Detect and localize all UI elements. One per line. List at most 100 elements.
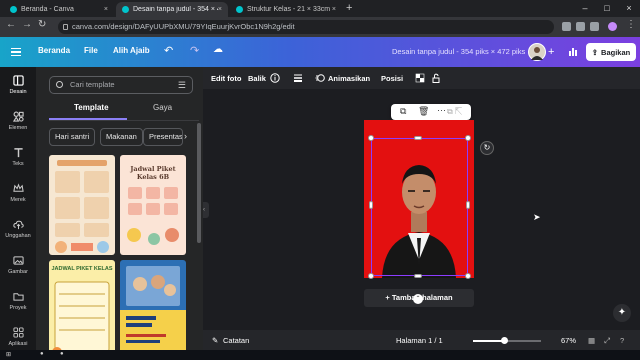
template-thumbnail-jadwal-piket-kelas[interactable]: JADWAL PIKET KELAS — [49, 260, 115, 360]
canva-favicon-icon — [236, 6, 243, 13]
redo-icon[interactable]: ↷ — [190, 44, 199, 57]
filter-icon[interactable]: ☰ — [178, 80, 186, 90]
scroll-up-icon[interactable]: ⌃ — [413, 294, 423, 304]
animate-icon — [315, 74, 325, 82]
back-arrow-icon[interactable]: ← — [6, 19, 16, 30]
taskbar-app-icon[interactable]: ● — [60, 351, 64, 357]
chevron-right-icon[interactable]: › — [184, 131, 187, 141]
rotate-icon[interactable]: ↻ — [480, 141, 494, 155]
close-tab-icon[interactable]: × — [332, 6, 336, 13]
avatar[interactable] — [528, 43, 546, 61]
template-thumbnail-jadwal-piket[interactable]: Jadwal Piket Kelas 6B — [120, 155, 186, 255]
menu-beranda[interactable]: Beranda — [38, 46, 70, 55]
notes-icon[interactable]: ✎ — [212, 336, 218, 345]
close-window-button[interactable]: × — [618, 0, 640, 17]
cloud-upload-icon — [12, 220, 24, 230]
chip-presentasi[interactable]: Presentasi — [143, 128, 183, 146]
transparency-checker-icon[interactable] — [415, 73, 425, 83]
tab-struktur-kelas[interactable]: Struktur Kelas - 21 × 33cm × — [230, 2, 342, 17]
minimize-button[interactable]: – — [574, 0, 596, 17]
insights-chart-icon[interactable] — [568, 46, 578, 59]
flip-button[interactable]: Balik — [248, 74, 266, 83]
search-input[interactable]: Cari template ☰ — [49, 76, 193, 94]
hamburger-menu-icon[interactable] — [11, 48, 21, 56]
panel-scrollbar[interactable] — [197, 123, 201, 243]
menu-file[interactable]: File — [84, 46, 98, 55]
windows-start-icon[interactable]: ⊞ — [6, 351, 11, 358]
kebab-menu-icon[interactable]: ⋮ — [626, 19, 636, 30]
url-field[interactable]: canva.com/design/DAFyUUPbXMU/79YIqEuurjK… — [58, 20, 554, 34]
resize-handle[interactable] — [465, 273, 471, 279]
tab-beranda[interactable]: Beranda - Canva × — [4, 2, 114, 17]
rail-item-desain[interactable]: Desain — [0, 75, 36, 95]
grid-view-icon[interactable]: ▦ — [588, 336, 595, 345]
rail-item-gambar[interactable]: Gambar — [0, 255, 36, 275]
template-thumbnail-meeting[interactable] — [120, 260, 186, 360]
profile-icon[interactable] — [608, 22, 617, 31]
os-taskbar: ⊞ ● ● — [0, 350, 640, 360]
resize-handle[interactable] — [465, 135, 471, 141]
undo-icon[interactable]: ↶ — [164, 44, 173, 57]
resize-handle[interactable] — [414, 136, 422, 140]
transparency-lines-icon[interactable] — [293, 73, 303, 83]
selection-box[interactable] — [371, 138, 468, 276]
edit-photo-button[interactable]: Edit foto — [211, 74, 241, 83]
template-thumbnail[interactable] — [49, 155, 115, 255]
resize-handle[interactable] — [368, 135, 374, 141]
help-icon[interactable]: ? — [620, 336, 624, 345]
shapes-icon — [12, 111, 24, 122]
zoom-slider-knob[interactable] — [500, 337, 508, 344]
notes-button[interactable]: Catatan — [223, 336, 249, 345]
extension-icon[interactable] — [590, 22, 599, 31]
animate-button[interactable]: Animasikan — [328, 74, 370, 83]
taskbar-app-icon[interactable]: ● — [40, 351, 44, 357]
template-preview-graphic — [52, 281, 110, 357]
user-avatar-icon — [531, 47, 543, 60]
chip-hari-santri[interactable]: Hari santri — [49, 128, 96, 146]
resize-handle[interactable] — [368, 273, 374, 279]
close-tab-icon[interactable]: × — [218, 6, 222, 13]
extension-icon[interactable] — [576, 22, 585, 31]
position-button[interactable]: Posisi — [381, 74, 403, 83]
more-options-icon[interactable]: ··· — [437, 105, 446, 115]
rail-label: Elemen — [8, 125, 28, 131]
maximize-button[interactable]: □ — [596, 0, 618, 17]
resize-handle[interactable] — [414, 274, 422, 278]
collapse-panel-button[interactable]: ‹ — [203, 202, 209, 218]
menu-alih-ajaib[interactable]: Alih Ajaib — [113, 46, 150, 55]
extension-icon[interactable] — [562, 22, 571, 31]
zoom-level[interactable]: 67% — [561, 336, 576, 345]
editor-header: Beranda File Alih Ajaib ↶ ↷ ☁ Desain tan… — [0, 37, 640, 67]
page-indicator[interactable]: Halaman 1 / 1 — [396, 336, 443, 345]
close-tab-icon[interactable]: × — [104, 6, 108, 13]
rail-item-teks[interactable]: Teks — [0, 147, 36, 167]
resize-handle[interactable] — [369, 201, 373, 209]
share-button[interactable]: ⇪ Bagikan — [586, 43, 636, 61]
rail-item-unggahan[interactable]: Unggahan — [0, 219, 36, 239]
fullscreen-icon[interactable]: ⤢ — [604, 336, 610, 346]
tab-template[interactable]: Template — [74, 103, 109, 112]
add-collaborator-button[interactable]: + — [548, 46, 554, 58]
left-rail: Desain Elemen Teks Merek Unggahan Gambar… — [0, 67, 36, 360]
duplicate-icon[interactable]: ⧉ — [400, 106, 406, 117]
url-text: canva.com/design/DAFyUUPbXMU/79YIqEuurjK… — [72, 22, 295, 31]
tab-title: Desain tanpa judul - 354 × 472p — [133, 6, 218, 13]
chip-makanan[interactable]: Makanan — [100, 128, 143, 146]
magic-sparkle-button[interactable]: ✦ — [613, 304, 631, 322]
rail-item-merek[interactable]: Merek — [0, 183, 36, 203]
new-tab-button[interactable]: + — [346, 2, 352, 14]
lock-open-icon[interactable] — [431, 73, 441, 83]
tab-title: Struktur Kelas - 21 × 33cm — [247, 6, 331, 13]
info-icon[interactable] — [270, 73, 280, 83]
reload-icon[interactable]: ↻ — [38, 19, 46, 30]
resize-handle[interactable] — [466, 201, 470, 209]
rail-item-elemen[interactable]: Elemen — [0, 111, 36, 131]
tab-desain[interactable]: Desain tanpa judul - 354 × 472p × — [116, 2, 228, 17]
tab-gaya[interactable]: Gaya — [153, 103, 172, 112]
rail-item-aplikasi[interactable]: Aplikasi — [0, 327, 36, 347]
forward-arrow-icon[interactable]: → — [22, 19, 32, 30]
page-action-icons[interactable]: ⧉ ⇱ — [447, 107, 462, 117]
rail-item-proyek[interactable]: Proyek — [0, 291, 36, 311]
document-title[interactable]: Desain tanpa judul - 354 piks × 472 piks — [392, 47, 525, 56]
trash-icon[interactable]: 🗑 — [418, 106, 429, 117]
